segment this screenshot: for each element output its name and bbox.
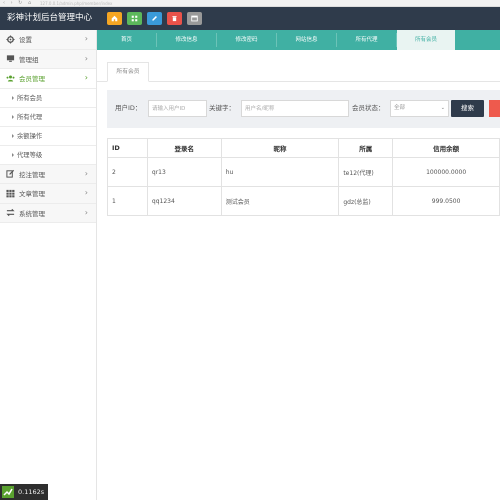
load-timer: 0.1162s [18, 488, 45, 496]
home-button[interactable] [107, 12, 122, 25]
sidebar-subitem-label: 所有代理 [17, 114, 43, 121]
table-row[interactable]: 1 qq1234 测试会员 gdz(总监) 999.0500 [107, 186, 500, 216]
monitor-icon [6, 54, 15, 63]
cell-owner: te12(代理) [338, 157, 394, 187]
chevron-right-icon: › [84, 188, 88, 197]
chevron-right-icon: › [84, 73, 88, 82]
address-bar[interactable]: 127.0.0.1/admin.php/member/index [40, 1, 112, 6]
subtab-row: 所有会员 [97, 50, 500, 82]
cell-credit: 999.0500 [392, 186, 500, 216]
cell-owner: gdz(总监) [338, 186, 394, 216]
sidebar-item-label: 文章管理 [19, 190, 45, 199]
sidebar-item-label: 管理组 [19, 55, 39, 64]
status-label: 会员状态： [352, 104, 385, 112]
subtab-all-members[interactable]: 所有会员 [107, 62, 149, 82]
tab-home[interactable]: 首页 [97, 30, 156, 50]
tab-bar: 首页 修改信息 修改密码 网站信息 所有代理 所有会员 [97, 30, 500, 50]
cell-id: 1 [107, 186, 148, 216]
cell-credit: 100000.0000 [392, 157, 500, 187]
sidebar-item-bets[interactable]: 挖注管理 › [0, 164, 96, 184]
grid-button[interactable] [127, 12, 142, 25]
userid-label: 用户ID： [115, 104, 142, 112]
edit-icon [152, 16, 157, 21]
cell-nickname: hu [220, 157, 340, 187]
column-header-nickname[interactable]: 昵称 [220, 138, 340, 158]
app-title: 彩神计划后台管理中心 [7, 13, 93, 23]
grid-icon [131, 15, 138, 22]
sidebar-subitem-all-agents[interactable]: 所有代理 [0, 107, 96, 127]
chevron-right-icon: › [84, 168, 88, 178]
bullet-icon [12, 114, 14, 119]
cell-login: qq1234 [146, 186, 222, 216]
status-select[interactable]: 全部 ⌄ [390, 100, 449, 117]
sidebar-subitem-label: 代理等级 [17, 152, 43, 159]
sidebar-item-settings[interactable]: 设置 › [0, 30, 96, 50]
sidebar-subitem-agent-level[interactable]: 代理等级 [0, 145, 96, 165]
edit-button[interactable] [147, 12, 162, 25]
sidebar-item-system[interactable]: 系统管理 › [0, 203, 96, 223]
reset-button[interactable] [489, 100, 500, 117]
table-header-row: ID 登录名 昵称 所属 信用余额 [107, 138, 500, 158]
load-timer-badge: 0.1162s [0, 484, 48, 500]
bullet-icon [12, 133, 14, 138]
column-header-owner[interactable]: 所属 [338, 138, 394, 158]
cell-login: qr13 [146, 157, 222, 187]
userid-input[interactable] [148, 100, 207, 117]
search-panel: 用户ID： 关键字： 会员状态： 全部 ⌄ 搜索 [107, 90, 500, 128]
tab-site-info[interactable]: 网站信息 [277, 30, 336, 50]
table-row[interactable]: 2 qr13 hu te12(代理) 100000.0000 [107, 157, 500, 187]
members-table: ID 登录名 昵称 所属 信用余额 2 qr13 hu te12(代理) 100… [107, 138, 500, 216]
tab-change-password[interactable]: 修改密码 [217, 30, 276, 50]
sidebar-item-label: 设置 [19, 36, 32, 45]
sidebar-subitem-balance[interactable]: 余额操作 [0, 126, 96, 146]
chevron-right-icon: › [84, 34, 88, 43]
bullet-icon [12, 152, 14, 157]
chevron-right-icon: › [84, 207, 88, 217]
browser-nav-icons[interactable]: ‹ › ↻ ⌂ [3, 0, 33, 6]
transfer-icon [6, 208, 15, 217]
tab-edit-info[interactable]: 修改信息 [157, 30, 216, 50]
window-button[interactable] [187, 12, 202, 25]
sidebar-subitem-all-members[interactable]: 所有会员 [0, 88, 96, 108]
sidebar-item-members[interactable]: 会员管理 › [0, 69, 96, 89]
tab-all-members[interactable]: 所有会员 [397, 30, 455, 50]
users-icon [6, 74, 15, 83]
column-header-login[interactable]: 登录名 [146, 138, 222, 158]
keyword-label: 关键字： [209, 104, 235, 112]
sidebar-item-articles[interactable]: 文章管理 › [0, 184, 96, 204]
logo-icon [2, 486, 14, 498]
browser-bar: ‹ › ↻ ⌂ 127.0.0.1/admin.php/member/index [0, 0, 500, 7]
window-icon [191, 15, 198, 22]
keyword-input[interactable] [241, 100, 349, 117]
sidebar-subitem-label: 所有会员 [17, 95, 43, 102]
sidebar-item-label: 系统管理 [19, 209, 45, 218]
bullet-icon [12, 95, 14, 100]
status-select-value: 全部 [394, 105, 406, 111]
gear-icon [6, 35, 15, 44]
chevron-right-icon: › [84, 53, 88, 63]
grid-icon [6, 189, 15, 198]
trash-icon [172, 16, 177, 22]
sidebar-item-admin-group[interactable]: 管理组 › [0, 49, 96, 69]
column-header-credit[interactable]: 信用余额 [392, 138, 500, 158]
cell-id: 2 [107, 157, 148, 187]
edit-icon [6, 169, 15, 178]
delete-button[interactable] [167, 12, 182, 25]
cell-nickname: 测试会员 [220, 186, 340, 216]
home-icon [111, 15, 118, 22]
top-bar: 彩神计划后台管理中心 [0, 7, 500, 30]
column-header-id[interactable]: ID [107, 138, 148, 158]
sidebar-item-label: 挖注管理 [19, 170, 45, 179]
chevron-down-icon: ⌄ [440, 105, 445, 111]
sidebar-subitem-label: 余额操作 [17, 133, 43, 140]
search-button[interactable]: 搜索 [451, 100, 484, 117]
sidebar-item-label: 会员管理 [19, 75, 45, 84]
tab-all-agents[interactable]: 所有代理 [337, 30, 396, 50]
sidebar: 设置 › 管理组 › 会员管理 › 所有会员 所有代理 余额操作 代理等级 挖注… [0, 30, 97, 500]
